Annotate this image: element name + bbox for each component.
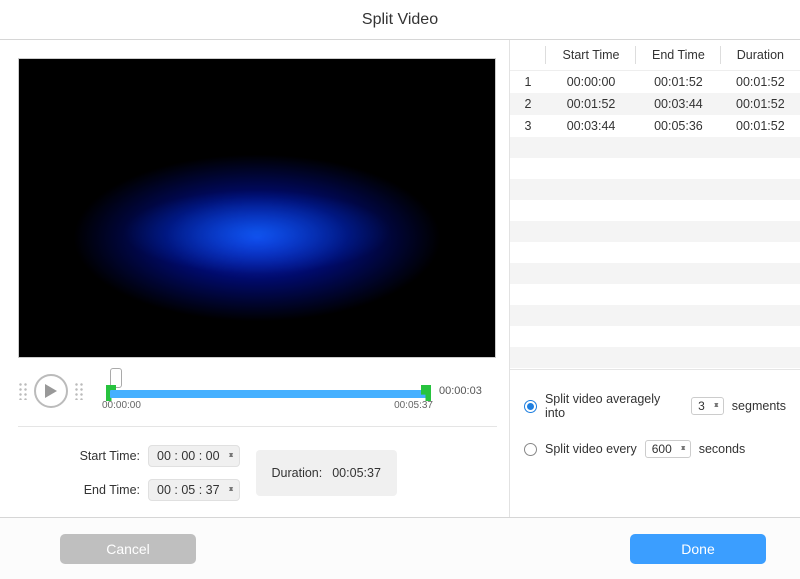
- cell-duration: 00:01:52: [721, 71, 800, 94]
- option-average[interactable]: Split video averagely into 3 ▲▼ segments: [524, 392, 786, 420]
- every-label-pre: Split video every: [545, 442, 637, 456]
- video-preview[interactable]: [18, 58, 496, 358]
- avg-count-input[interactable]: 3 ▲▼: [691, 397, 724, 415]
- duration-display: Duration: 00:05:37: [256, 450, 397, 496]
- segments-table: Start Time End Time Duration 100:00:0000…: [510, 40, 800, 137]
- cell-start: 00:01:52: [546, 93, 636, 115]
- start-time-value: 00 : 00 : 00: [157, 449, 220, 463]
- grip-handle-left[interactable]: [18, 382, 28, 400]
- avg-label-pre: Split video averagely into: [545, 392, 683, 420]
- start-time-label: Start Time:: [68, 449, 140, 463]
- col-start: Start Time: [546, 40, 636, 71]
- cell-end: 00:05:36: [636, 115, 721, 137]
- option-every[interactable]: Split video every 600 ▲▼ seconds: [524, 440, 786, 458]
- grip-handle-right[interactable]: [74, 382, 84, 400]
- play-icon: [45, 384, 57, 398]
- cell-idx: 2: [510, 93, 546, 115]
- range-end-marker[interactable]: [421, 385, 431, 401]
- left-pane: 00:00:00 00:05:37 00:00:03 Start Time: 0…: [0, 40, 510, 517]
- split-options: Split video averagely into 3 ▲▼ segments…: [510, 370, 800, 468]
- end-time-input[interactable]: 00 : 05 : 37 ▲▼: [148, 479, 240, 501]
- table-row[interactable]: 200:01:5200:03:4400:01:52: [510, 93, 800, 115]
- radio-every[interactable]: [524, 443, 537, 456]
- col-end: End Time: [636, 40, 721, 71]
- cell-start: 00:00:00: [546, 71, 636, 94]
- avg-count-value: 3: [698, 399, 705, 413]
- cell-idx: 3: [510, 115, 546, 137]
- duration-label: Duration:: [272, 466, 323, 480]
- col-duration: Duration: [721, 40, 800, 71]
- end-time-label: End Time:: [68, 483, 140, 497]
- dialog-body: 00:00:00 00:05:37 00:00:03 Start Time: 0…: [0, 40, 800, 517]
- cell-duration: 00:01:52: [721, 93, 800, 115]
- col-index: [510, 40, 546, 71]
- timeline: 00:00:00 00:05:37 00:00:03: [18, 368, 497, 414]
- every-seconds-value: 600: [652, 442, 672, 456]
- segments-table-wrap: Start Time End Time Duration 100:00:0000…: [510, 40, 800, 370]
- table-filler: [510, 137, 800, 370]
- right-pane: Start Time End Time Duration 100:00:0000…: [510, 40, 800, 517]
- timeline-track[interactable]: 00:00:00 00:05:37: [90, 368, 433, 414]
- dialog-title: Split Video: [0, 0, 800, 40]
- range-bar: [110, 390, 427, 398]
- cell-start: 00:03:44: [546, 115, 636, 137]
- every-seconds-input[interactable]: 600 ▲▼: [645, 440, 691, 458]
- every-label-post: seconds: [699, 442, 746, 456]
- radio-average[interactable]: [524, 400, 537, 413]
- timeline-end-label: 00:05:37: [394, 400, 433, 411]
- cell-end: 00:03:44: [636, 93, 721, 115]
- split-video-dialog: Split Video 00:00:00 00:05:37 00:0: [0, 0, 800, 579]
- timeline-current-label: 00:00:03: [439, 385, 497, 397]
- play-button[interactable]: [34, 374, 68, 408]
- cell-idx: 1: [510, 71, 546, 94]
- done-button[interactable]: Done: [630, 534, 766, 564]
- start-time-input[interactable]: 00 : 00 : 00 ▲▼: [148, 445, 240, 467]
- cell-end: 00:01:52: [636, 71, 721, 94]
- cancel-button[interactable]: Cancel: [60, 534, 196, 564]
- end-time-value: 00 : 05 : 37: [157, 483, 220, 497]
- avg-label-post: segments: [732, 399, 786, 413]
- table-row[interactable]: 100:00:0000:01:5200:01:52: [510, 71, 800, 94]
- cell-duration: 00:01:52: [721, 115, 800, 137]
- dialog-footer: Cancel Done: [0, 517, 800, 579]
- table-row[interactable]: 300:03:4400:05:3600:01:52: [510, 115, 800, 137]
- time-fields: Start Time: 00 : 00 : 00 ▲▼ End Time: 00…: [18, 445, 497, 501]
- divider: [18, 426, 497, 427]
- duration-value: 00:05:37: [332, 466, 381, 480]
- timeline-start-label: 00:00:00: [102, 400, 141, 411]
